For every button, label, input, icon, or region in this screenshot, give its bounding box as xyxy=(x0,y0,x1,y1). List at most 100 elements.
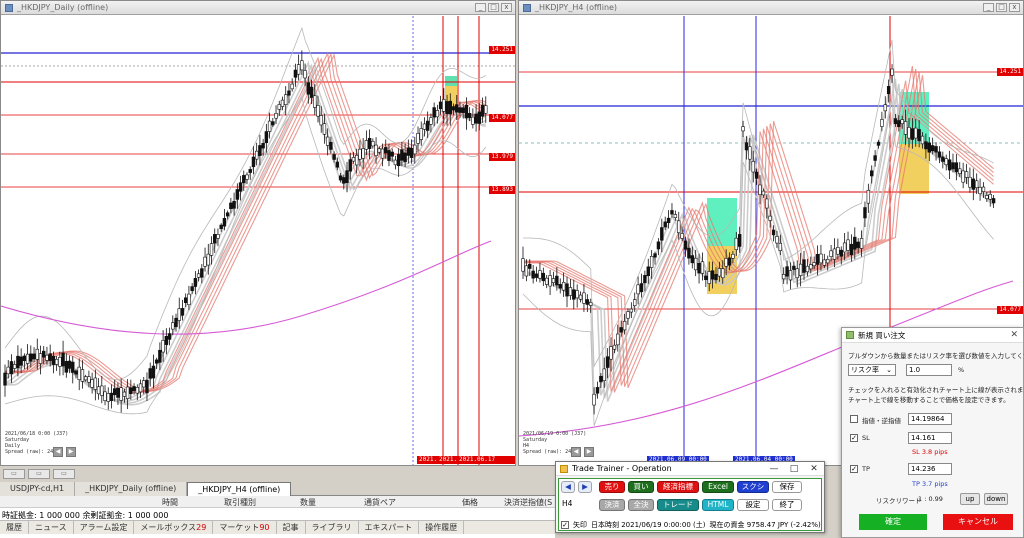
window-button[interactable]: ▭ xyxy=(28,469,50,479)
candle xyxy=(148,368,152,379)
candle xyxy=(930,145,935,152)
maximize-icon[interactable]: □ xyxy=(784,464,804,474)
candlestick-chart[interactable] xyxy=(1,16,515,465)
maximize-icon[interactable]: □ xyxy=(488,3,499,12)
risk-input[interactable]: 1.0 xyxy=(906,364,952,376)
candle xyxy=(474,113,478,124)
sl-checkbox[interactable]: ✓ xyxy=(850,434,858,442)
trade-trainer-window[interactable]: Trade Trainer - Operation — □ ✕ ◀ ▶ H4 売り … xyxy=(555,461,825,533)
tp-checkbox[interactable]: ✓ xyxy=(850,465,858,473)
trade-button[interactable]: トレード xyxy=(657,499,699,511)
candle xyxy=(58,356,62,367)
candle xyxy=(758,184,762,196)
exit-button[interactable]: 終了 xyxy=(772,499,802,511)
risk-reward-value: 1 : 0.99 xyxy=(918,495,943,503)
scroll-right-icon[interactable]: ▶ xyxy=(584,447,594,457)
terminal-tab[interactable]: 記事 xyxy=(277,521,306,534)
candle xyxy=(200,268,204,278)
scroll-right-icon[interactable]: ▶ xyxy=(66,447,76,457)
column-header[interactable]: 通貨ペア xyxy=(364,497,396,508)
candle xyxy=(910,128,915,140)
trade-trainer-titlebar[interactable]: Trade Trainer - Operation — □ ✕ xyxy=(556,462,824,476)
window-button[interactable]: ▭ xyxy=(53,469,75,479)
arrow-checkbox[interactable]: ✓ xyxy=(561,521,569,529)
candle xyxy=(795,268,799,279)
candle xyxy=(296,64,301,75)
column-header[interactable]: 数量 xyxy=(300,497,316,508)
scroll-left-icon[interactable]: ◀ xyxy=(53,447,63,457)
column-header[interactable]: 価格 xyxy=(462,497,478,508)
candle xyxy=(907,127,911,139)
candle xyxy=(316,105,320,117)
tab-usdjpy-h1[interactable]: USDJPY-cd,H1 xyxy=(0,482,76,496)
window-button[interactable]: ▭ xyxy=(3,469,25,479)
close-position-button[interactable]: 決済 xyxy=(599,499,625,511)
candle xyxy=(991,198,996,204)
terminal-tab[interactable]: 操作履歴 xyxy=(419,521,465,534)
settings-button[interactable]: 設定 xyxy=(737,499,769,511)
close-all-button[interactable]: 全決済 xyxy=(628,499,654,519)
terminal-tab[interactable]: ライブラリ xyxy=(306,521,359,534)
tab-hkdjpy-h4[interactable]: _HKDJPY_H4 (offline) xyxy=(187,482,292,496)
tab-hkdjpy-daily[interactable]: _HKDJPY_Daily (offline) xyxy=(75,482,188,496)
sl-price-input[interactable]: 14.161 xyxy=(908,432,952,444)
candle xyxy=(177,308,181,321)
minimize-icon[interactable]: _ xyxy=(983,3,994,12)
candle xyxy=(64,361,69,373)
excel-button[interactable]: Excel xyxy=(702,481,734,493)
candle xyxy=(890,68,894,76)
price-chart[interactable]: 14.251 14.077 13.979 13.893 2021/06/18 0… xyxy=(1,16,515,465)
tp-label: TP xyxy=(862,465,870,473)
scroll-left-icon[interactable]: ◀ xyxy=(571,447,581,457)
candle xyxy=(477,111,482,124)
close-icon[interactable]: x xyxy=(1009,3,1020,12)
chart-window-daily[interactable]: _HKDJPY_Daily (offline) _ □ x 14.251 14.07… xyxy=(0,0,516,466)
step-forward-button[interactable]: ▶ xyxy=(578,481,592,493)
candle xyxy=(829,250,833,257)
tp-price-input[interactable]: 14.236 xyxy=(908,463,952,475)
down-button[interactable]: down xyxy=(984,493,1008,505)
minimize-icon[interactable]: — xyxy=(764,464,784,474)
entry-price-input[interactable]: 14.19864 xyxy=(908,413,952,425)
entry-checkbox[interactable] xyxy=(850,415,858,423)
terminal-tab[interactable]: アラーム設定 xyxy=(74,521,135,534)
maximize-icon[interactable]: □ xyxy=(996,3,1007,12)
cancel-button[interactable]: キャンセル xyxy=(943,514,1013,530)
close-icon[interactable]: x xyxy=(501,3,512,12)
column-header[interactable]: 時間 xyxy=(162,497,178,508)
mode-select[interactable]: リスク率 ⌄ xyxy=(848,364,896,376)
chart-titlebar[interactable]: _HKDJPY_Daily (offline) _ □ x xyxy=(1,1,515,15)
close-icon[interactable]: ✕ xyxy=(1010,330,1023,340)
terminal-tab[interactable]: エキスパート xyxy=(359,521,420,534)
economic-indicator-button[interactable]: 経済指標 xyxy=(657,481,699,493)
minimize-icon[interactable]: _ xyxy=(475,3,486,12)
candle xyxy=(48,353,52,361)
candle xyxy=(883,104,887,112)
candle xyxy=(937,151,942,158)
order-dialog-titlebar[interactable]: 新規 買い注文 ✕ xyxy=(842,328,1023,343)
sell-button[interactable]: 売り xyxy=(599,481,625,493)
up-button[interactable]: up xyxy=(960,493,980,505)
save-button[interactable]: 保存 xyxy=(772,481,802,493)
screenshot-button[interactable]: スクショ xyxy=(737,481,769,501)
column-header[interactable]: 取引種別 xyxy=(224,497,256,508)
terminal-tab[interactable]: マーケット90 xyxy=(213,521,277,534)
terminal-tab-label: 操作履歴 xyxy=(425,523,458,532)
column-header[interactable]: 決済逆指値(S xyxy=(504,497,552,508)
terminal-tab[interactable]: ニュース xyxy=(29,521,74,534)
candle xyxy=(978,186,982,195)
chart-titlebar[interactable]: _HKDJPY_H4 (offline) _ □ x xyxy=(519,1,1023,15)
step-back-button[interactable]: ◀ xyxy=(561,481,575,493)
confirm-button[interactable]: 確定 xyxy=(859,514,927,530)
close-icon[interactable]: ✕ xyxy=(804,464,824,474)
candle xyxy=(737,234,742,247)
candle xyxy=(971,178,975,190)
new-buy-order-dialog[interactable]: 新規 買い注文 ✕ プルダウンから数量またはリスク率を選び数値を入力してください… xyxy=(841,327,1024,538)
terminal-tab[interactable]: 履歴 xyxy=(0,521,29,534)
chart-title: _HKDJPY_Daily (offline) xyxy=(17,3,109,12)
candle xyxy=(585,299,590,305)
buy-button[interactable]: 買い xyxy=(628,481,654,493)
candle xyxy=(390,151,394,157)
html-button[interactable]: HTML xyxy=(702,499,734,511)
terminal-tab[interactable]: メールボックス29 xyxy=(134,521,214,534)
